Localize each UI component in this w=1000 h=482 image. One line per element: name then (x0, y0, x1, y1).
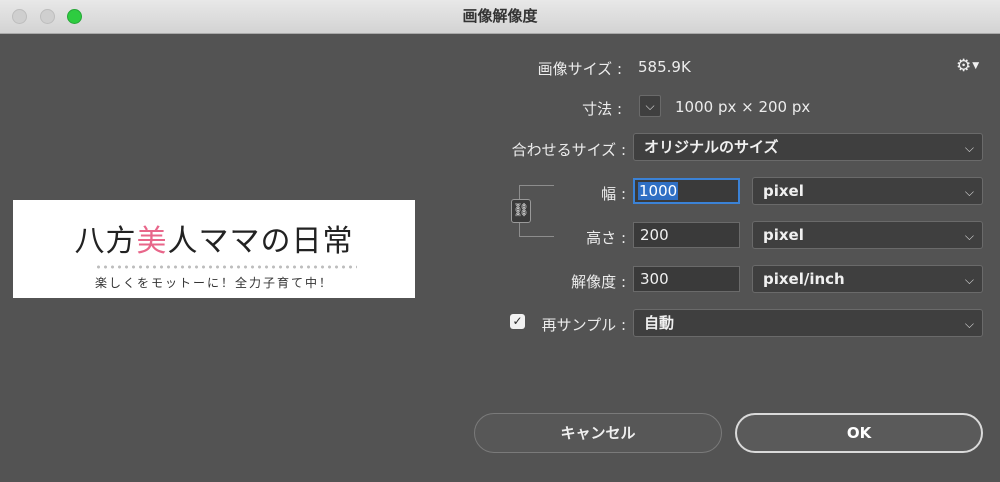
image-size-label: 画像サイズ : (537, 60, 622, 78)
height-label: 高さ : (586, 229, 626, 247)
resolution-unit-select[interactable]: pixel/inch ⌵ (752, 265, 983, 293)
image-preview: 八方美人ママの日常 楽しくをモットーに！全力子育て中！ (13, 200, 415, 298)
chevron-down-icon: ⌵ (964, 185, 974, 199)
preview-title-part2: 人ママの日常 (167, 224, 354, 259)
resample-select[interactable]: 自動 ⌵ (633, 309, 983, 337)
image-size-dialog: 画像解像度 八方美人ママの日常 楽しくをモットーに！全力子育て中！ ⚙▼ 画像サ… (0, 0, 1000, 482)
height-input[interactable]: 200 (633, 222, 740, 248)
resample-checkbox[interactable]: ✓ (510, 314, 525, 329)
ok-button[interactable]: OK (735, 413, 983, 453)
width-input[interactable]: 1000 (633, 178, 740, 204)
dimensions-dropdown-toggle[interactable]: ⌵ (639, 95, 661, 117)
chevron-down-icon: ⌵ (964, 229, 974, 243)
constrain-bracket-bottom (519, 222, 554, 237)
width-unit-select[interactable]: pixel ⌵ (752, 177, 983, 205)
constrain-bracket-top (519, 185, 554, 200)
caret-down-icon: ▼ (972, 61, 980, 71)
resample-label: 再サンプル : (541, 316, 626, 334)
checkmark-icon: ✓ (512, 314, 523, 328)
width-unit-value: pixel (763, 182, 804, 200)
preview-dotted-divider (95, 264, 357, 270)
dimensions-value: 1000 px × 200 px (675, 98, 811, 116)
fit-to-select[interactable]: オリジナルのサイズ ⌵ (633, 133, 983, 161)
resample-value: 自動 (644, 314, 675, 332)
fit-to-label: 合わせるサイズ : (511, 141, 626, 159)
image-size-value: 585.9K (638, 58, 691, 76)
chevron-down-icon: ⌵ (645, 99, 655, 113)
chevron-down-icon: ⌵ (964, 273, 974, 287)
window-title: 画像解像度 (462, 7, 538, 25)
preview-title-accent: 美 (136, 224, 168, 259)
height-value: 200 (640, 226, 669, 244)
resolution-input[interactable]: 300 (633, 266, 740, 292)
chevron-down-icon: ⌵ (964, 317, 974, 331)
preview-title-part1: 八方 (74, 224, 137, 259)
preview-title: 八方美人ママの日常 (13, 216, 415, 260)
preview-subtitle: 楽しくをモットーに！全力子育て中！ (94, 276, 333, 290)
fit-to-value: オリジナルのサイズ (644, 138, 779, 156)
height-unit-select[interactable]: pixel ⌵ (752, 221, 983, 249)
resolution-unit-value: pixel/inch (763, 270, 845, 288)
title-bar: 画像解像度 (0, 0, 1000, 34)
width-value: 1000 (638, 182, 679, 200)
resolution-label: 解像度 : (571, 273, 626, 291)
height-unit-value: pixel (763, 226, 804, 244)
dimensions-label: 寸法 : (582, 100, 622, 118)
chevron-down-icon: ⌵ (964, 141, 974, 155)
resolution-value: 300 (640, 270, 669, 288)
gear-icon[interactable]: ⚙▼ (956, 56, 979, 76)
cancel-button[interactable]: キャンセル (474, 413, 722, 453)
chain-link-icon[interactable]: ⛓ (511, 199, 531, 223)
width-label: 幅 : (601, 185, 626, 203)
